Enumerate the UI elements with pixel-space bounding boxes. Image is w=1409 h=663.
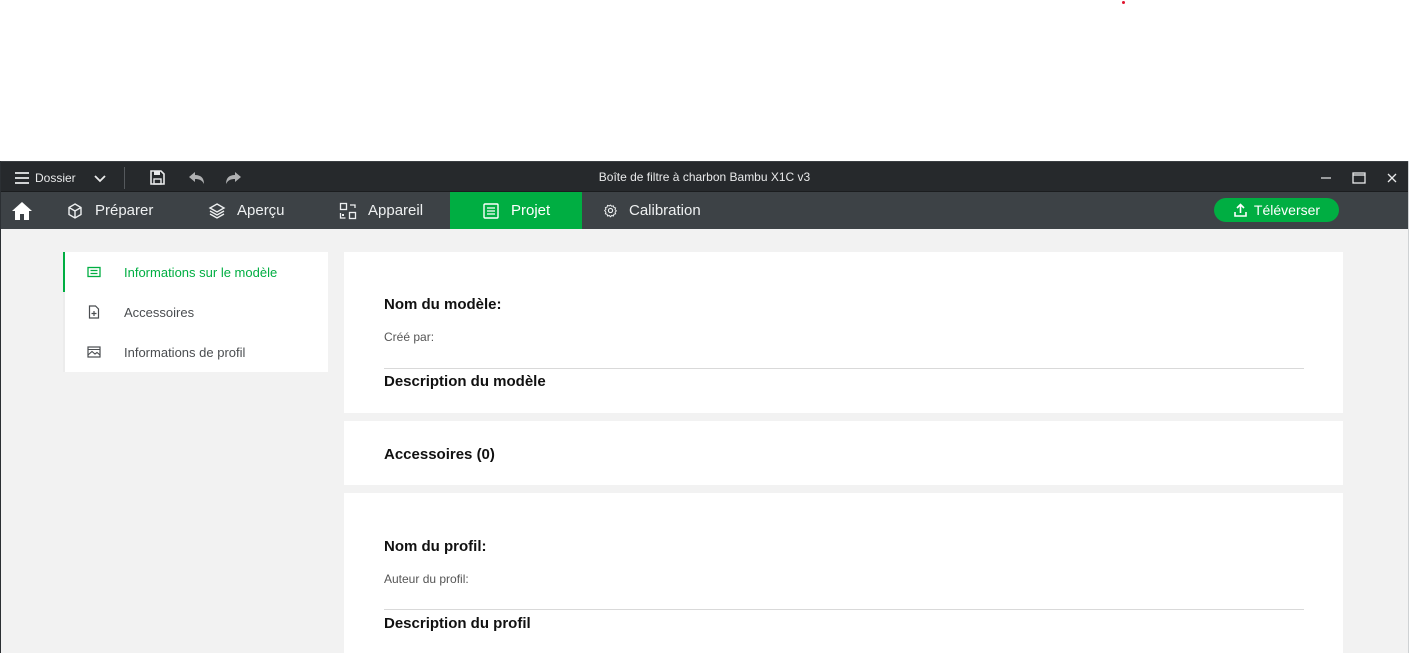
profile-author-label: Auteur du profil: [384,572,469,586]
tab-project[interactable]: Projet [450,192,583,229]
sidebar-item-label: Accessoires [124,304,195,320]
model-info-card: Nom du modèle: Créé par: Description du … [344,252,1343,413]
save-icon [150,170,165,185]
profile-description-label: Description du profil [384,615,531,632]
save-button[interactable] [139,162,177,193]
title-bar: Dossier Boîte de filtre à charbon Bambu … [1,161,1408,192]
sidebar-item-profile-info[interactable]: Informations de profil [63,332,328,372]
file-menu-button[interactable]: Dossier [13,162,76,193]
minimize-icon [1320,176,1331,179]
title-bar-separator [123,166,125,189]
profile-info-card: Nom du profil: Auteur du profil: Descrip… [344,493,1343,663]
sidebar-item-accessories[interactable]: Accessoires [63,292,328,332]
model-info-icon [87,266,101,278]
sidebar-item-model-info[interactable]: Informations sur le modèle [63,252,328,292]
tab-calibration[interactable]: Calibration [603,192,701,229]
project-icon [483,202,499,219]
created-by-label: Créé par: [384,330,435,344]
divider [384,609,1304,610]
maximize-icon [1351,171,1366,184]
home-icon [12,201,32,220]
upload-icon [1234,202,1247,217]
file-menu-dropdown[interactable] [88,162,112,193]
redo-icon [225,171,241,184]
main-nav: Préparer Aperçu Appareil Projet Calibrat… [1,192,1408,229]
close-button[interactable] [1375,162,1408,193]
profile-name-label: Nom du profil: [384,538,487,555]
project-sidebar: Informations sur le modèle Accessoires I… [63,252,328,372]
tab-device-label: Appareil [368,202,424,219]
window-controls [1309,162,1408,193]
maximize-button[interactable] [1342,162,1375,193]
close-icon [1387,173,1396,182]
file-add-icon [88,305,100,319]
gear-icon [604,204,618,218]
red-dot [1122,1,1125,4]
cube-icon [68,202,82,219]
sidebar-item-label: Informations sur le modèle [124,264,278,280]
undo-icon [188,171,204,184]
hamburger-icon [15,171,29,184]
tab-calibration-label: Calibration [629,202,701,219]
image-icon [87,346,101,358]
sidebar-item-label: Informations de profil [124,344,246,360]
tab-project-label: Projet [511,202,551,219]
title-bar-left: Dossier [13,162,253,193]
divider [384,368,1304,369]
tab-prepare[interactable]: Préparer [66,192,153,229]
home-button[interactable] [9,192,35,229]
device-icon [339,202,357,219]
tab-preview-label: Aperçu [237,202,285,219]
undo-button[interactable] [177,162,215,193]
tab-prepare-label: Préparer [95,202,154,219]
accessories-title: Accessoires (0) [384,446,495,463]
upload-label: Téléverser [1253,202,1321,218]
app-window: Dossier Boîte de filtre à charbon Bambu … [0,161,1409,663]
upload-button[interactable]: Téléverser [1214,198,1339,222]
chevron-down-icon [94,174,106,182]
minimize-button[interactable] [1309,162,1342,193]
model-name-label: Nom du modèle: [384,296,502,313]
model-description-label: Description du modèle [384,373,546,390]
file-menu-label: Dossier [35,170,76,185]
tab-device[interactable]: Appareil [339,192,423,229]
tab-preview[interactable]: Aperçu [208,192,285,229]
redo-button[interactable] [215,162,253,193]
accessories-card: Accessoires (0) [344,421,1343,485]
layers-icon [208,202,226,219]
